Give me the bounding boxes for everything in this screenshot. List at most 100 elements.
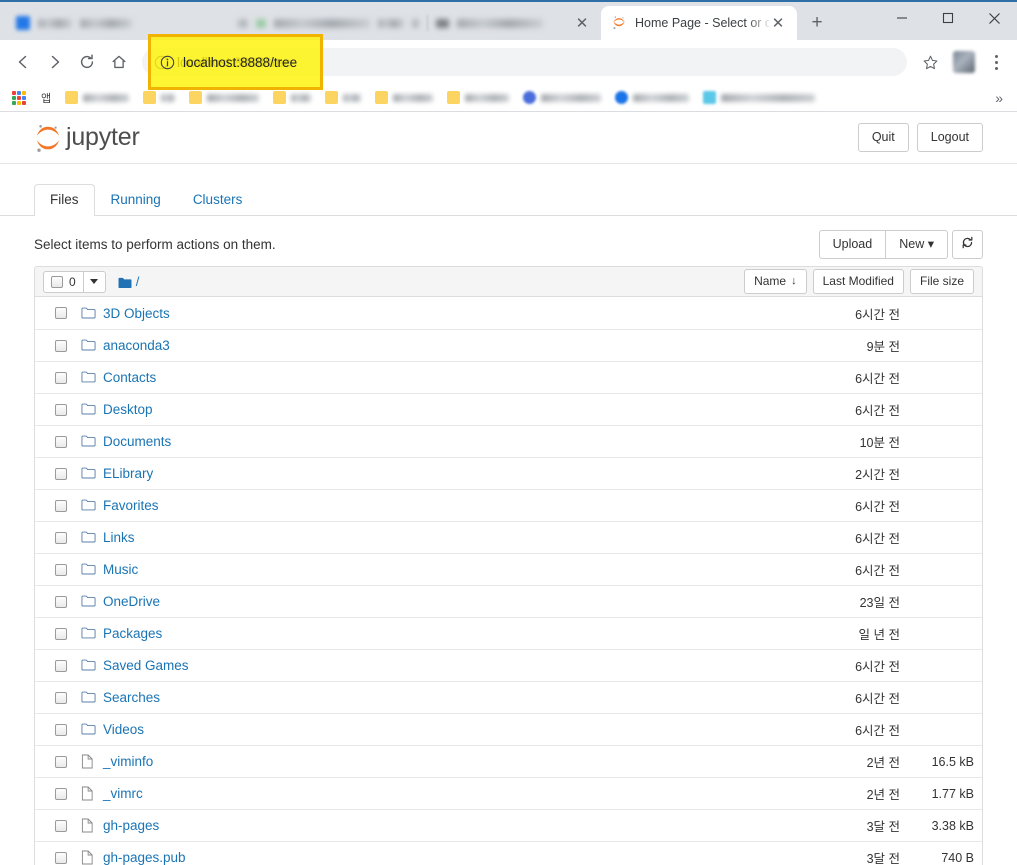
table-row[interactable]: Saved Games 6시간 전 <box>35 649 982 681</box>
table-row[interactable]: Packages 일 년 전 <box>35 617 982 649</box>
row-checkbox[interactable] <box>55 403 67 416</box>
bookmark-item[interactable] <box>440 87 516 109</box>
bookmarks-overflow-icon[interactable]: » <box>995 90 1009 106</box>
new-tab-button[interactable]: + <box>803 9 831 37</box>
reload-icon[interactable] <box>72 47 102 77</box>
home-icon[interactable] <box>104 47 134 77</box>
tab-jupyter-home[interactable]: Home Page - Select or c ✕ <box>601 6 797 40</box>
tab-inactive-redacted[interactable]: ✕ <box>6 6 601 40</box>
refresh-button[interactable] <box>952 229 983 259</box>
address-bar[interactable]: localhost:8888/tree <box>142 48 907 76</box>
new-button[interactable]: New ▾ <box>885 229 948 259</box>
item-name-link[interactable]: gh-pages.pub <box>103 850 186 865</box>
site-info-icon[interactable] <box>154 55 169 70</box>
table-row[interactable]: Desktop 6시간 전 <box>35 393 982 425</box>
table-row[interactable]: 3D Objects 6시간 전 <box>35 297 982 329</box>
table-row[interactable]: OneDrive 23일 전 <box>35 585 982 617</box>
item-name-link[interactable]: Videos <box>103 722 144 737</box>
window-close-icon[interactable] <box>971 2 1017 34</box>
row-checkbox[interactable] <box>55 851 67 864</box>
bookmark-item[interactable] <box>368 87 440 109</box>
minimize-icon[interactable] <box>879 2 925 34</box>
select-dropdown-button[interactable] <box>83 270 106 293</box>
row-checkbox[interactable] <box>55 595 67 608</box>
row-checkbox[interactable] <box>55 723 67 736</box>
row-checkbox[interactable] <box>55 531 67 544</box>
back-arrow-icon[interactable] <box>8 47 38 77</box>
tab-close-icon[interactable]: ✕ <box>573 16 591 31</box>
row-checkbox[interactable] <box>55 787 67 800</box>
item-name-link[interactable]: _viminfo <box>103 754 153 769</box>
item-name-link[interactable]: Searches <box>103 690 160 705</box>
jupyter-logo[interactable]: jupyter <box>34 123 140 153</box>
table-row[interactable]: ELibrary 2시간 전 <box>35 457 982 489</box>
item-name-link[interactable]: Packages <box>103 626 162 641</box>
google-apps-icon[interactable] <box>12 90 30 105</box>
row-checkbox[interactable] <box>55 467 67 480</box>
bookmark-item[interactable] <box>58 87 136 109</box>
breadcrumb[interactable]: / <box>118 274 140 289</box>
table-row[interactable]: _vimrc 2년 전 1.77 kB <box>35 777 982 809</box>
row-checkbox[interactable] <box>55 499 67 512</box>
tab-files[interactable]: Files <box>34 184 95 216</box>
row-checkbox[interactable] <box>55 659 67 672</box>
item-name-link[interactable]: Desktop <box>103 402 153 417</box>
bookmark-apps[interactable]: 앱 <box>34 87 58 109</box>
item-name-link[interactable]: 3D Objects <box>103 306 170 321</box>
item-name-link[interactable]: gh-pages <box>103 818 159 833</box>
profile-avatar[interactable] <box>953 51 975 73</box>
bookmark-star-icon[interactable] <box>915 47 945 77</box>
row-checkbox[interactable] <box>55 435 67 448</box>
item-name-link[interactable]: Favorites <box>103 498 159 513</box>
forward-arrow-icon[interactable] <box>40 47 70 77</box>
table-row[interactable]: anaconda3 9분 전 <box>35 329 982 361</box>
item-name-link[interactable]: _vimrc <box>103 786 143 801</box>
table-row[interactable]: Contacts 6시간 전 <box>35 361 982 393</box>
bookmark-item[interactable] <box>318 87 368 109</box>
sort-by-file-size-button[interactable]: File size <box>909 268 974 295</box>
row-checkbox[interactable] <box>55 371 67 384</box>
item-name-link[interactable]: Links <box>103 530 135 545</box>
row-checkbox[interactable] <box>55 563 67 576</box>
row-checkbox[interactable] <box>55 627 67 640</box>
item-name-link[interactable]: Documents <box>103 434 171 449</box>
select-all-checkbox[interactable]: 0 <box>43 270 84 293</box>
item-name-link[interactable]: ELibrary <box>103 466 153 481</box>
row-checkbox[interactable] <box>55 819 67 832</box>
tab-clusters[interactable]: Clusters <box>177 184 259 216</box>
bookmark-item[interactable] <box>608 87 696 109</box>
quit-button[interactable]: Quit <box>857 123 909 152</box>
row-checkbox[interactable] <box>55 691 67 704</box>
upload-button[interactable]: Upload <box>818 229 887 259</box>
sort-by-name-button[interactable]: Name ↓ <box>744 268 807 295</box>
breadcrumb-root[interactable]: / <box>136 274 140 289</box>
row-checkbox[interactable] <box>55 339 67 352</box>
maximize-icon[interactable] <box>925 2 971 34</box>
checkbox-icon[interactable] <box>51 275 63 288</box>
table-row[interactable]: Documents 10분 전 <box>35 425 982 457</box>
sort-by-last-modified-button[interactable]: Last Modified <box>812 268 904 295</box>
table-row[interactable]: Videos 6시간 전 <box>35 713 982 745</box>
bookmark-item[interactable] <box>182 87 266 109</box>
item-name-link[interactable]: anaconda3 <box>103 338 170 353</box>
table-row[interactable]: _viminfo 2년 전 16.5 kB <box>35 745 982 777</box>
bookmark-item[interactable] <box>696 87 822 109</box>
bookmark-item[interactable] <box>516 87 608 109</box>
item-name-link[interactable]: Saved Games <box>103 658 189 673</box>
item-name-link[interactable]: Contacts <box>103 370 156 385</box>
item-name-link[interactable]: Music <box>103 562 138 577</box>
row-checkbox[interactable] <box>55 307 67 319</box>
row-checkbox[interactable] <box>55 755 67 768</box>
bookmark-item[interactable] <box>136 87 182 109</box>
tab-running[interactable]: Running <box>95 184 177 216</box>
bookmark-item[interactable] <box>266 87 318 109</box>
table-row[interactable]: Music 6시간 전 <box>35 553 982 585</box>
table-row[interactable]: Links 6시간 전 <box>35 521 982 553</box>
table-row[interactable]: gh-pages.pub 3달 전 740 B <box>35 841 982 865</box>
table-row[interactable]: Favorites 6시간 전 <box>35 489 982 521</box>
item-name-link[interactable]: OneDrive <box>103 594 160 609</box>
table-row[interactable]: gh-pages 3달 전 3.38 kB <box>35 809 982 841</box>
tab-close-icon[interactable]: ✕ <box>769 16 787 31</box>
logout-button[interactable]: Logout <box>916 123 983 152</box>
table-row[interactable]: Searches 6시간 전 <box>35 681 982 713</box>
